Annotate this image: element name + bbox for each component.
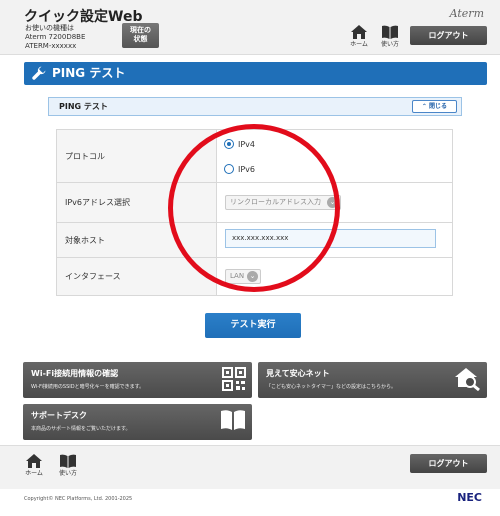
mieru-anshin-title: 見えて安心ネット bbox=[266, 369, 330, 378]
chevron-up-icon: ⌃ bbox=[421, 103, 427, 110]
current-status-button[interactable]: 現在の 状態 bbox=[122, 23, 159, 48]
status-label-1: 現在の bbox=[130, 26, 151, 34]
header: クイック設定Web お使いの機種は Aterm 7200D8BE ATERM-x… bbox=[0, 0, 500, 55]
mieru-anshin-tile[interactable]: 見えて安心ネット 「こども安心ネットタイマー」などの設定はこちらから。 bbox=[258, 362, 487, 398]
subpanel-title: PING テスト bbox=[59, 102, 108, 111]
guide-nav-button[interactable]: 使い方 bbox=[376, 25, 404, 48]
nec-logo: NEC bbox=[457, 491, 482, 504]
ping-subpanel-header: PING テスト ⌃ 閉じる bbox=[48, 97, 462, 116]
book-icon bbox=[382, 25, 398, 39]
home-icon bbox=[26, 454, 42, 468]
footer-bar: ホーム 使い方 ログアウト bbox=[0, 445, 500, 489]
red-circle-annotation bbox=[168, 124, 340, 292]
wifi-info-desc: Wi-Fi接続用のSSIDと暗号化キーを確認できます。 bbox=[31, 384, 145, 390]
home-nav-button[interactable]: ホーム bbox=[345, 25, 373, 48]
support-desk-title: サポートデスク bbox=[31, 411, 87, 420]
footer-home-button[interactable]: ホーム bbox=[20, 454, 48, 477]
close-label: 閉じる bbox=[429, 103, 448, 110]
wifi-info-title: Wi-Fi接続用情報の確認 bbox=[31, 369, 119, 378]
support-desk-tile[interactable]: サポートデスク 本商品のサポート情報をご覧いただけます。 bbox=[23, 404, 252, 440]
support-desk-desc: 本商品のサポート情報をご覧いただけます。 bbox=[31, 426, 131, 432]
qr-code-icon bbox=[222, 367, 246, 391]
home-search-icon bbox=[455, 368, 480, 391]
home-icon bbox=[351, 25, 367, 39]
book-icon bbox=[60, 454, 76, 468]
device-line-1: お使いの機種は bbox=[25, 24, 74, 32]
device-line-2: Aterm 7200D8BE bbox=[25, 33, 86, 41]
execute-test-button[interactable]: テスト実行 bbox=[205, 313, 301, 338]
footer-logout-button[interactable]: ログアウト bbox=[410, 454, 487, 473]
device-info: お使いの機種は Aterm 7200D8BE ATERM-xxxxxx bbox=[25, 24, 85, 51]
book-icon bbox=[221, 410, 245, 430]
guide-label: 使い方 bbox=[380, 41, 399, 48]
status-label-2: 状態 bbox=[133, 35, 148, 43]
wrench-icon bbox=[32, 66, 46, 80]
mieru-anshin-desc: 「こども安心ネットタイマー」などの設定はこちらから。 bbox=[266, 384, 397, 390]
section-title-bar: PING テスト bbox=[24, 62, 487, 85]
device-line-3: ATERM-xxxxxx bbox=[25, 42, 77, 50]
section-title: PING テスト bbox=[52, 66, 126, 80]
footer-guide-button[interactable]: 使い方 bbox=[54, 454, 82, 477]
home-label: ホーム bbox=[350, 41, 368, 48]
footer-home-label: ホーム bbox=[25, 470, 43, 477]
wifi-info-tile[interactable]: Wi-Fi接続用情報の確認 Wi-Fi接続用のSSIDと暗号化キーを確認できます… bbox=[23, 362, 252, 398]
footer-guide-label: 使い方 bbox=[58, 470, 77, 477]
close-panel-button[interactable]: ⌃ 閉じる bbox=[412, 100, 457, 113]
logout-button[interactable]: ログアウト bbox=[410, 26, 487, 45]
copyright-text: Copyright© NEC Platforms, Ltd. 2001-2025 bbox=[24, 496, 133, 502]
aterm-logo: Aterm bbox=[449, 7, 484, 20]
